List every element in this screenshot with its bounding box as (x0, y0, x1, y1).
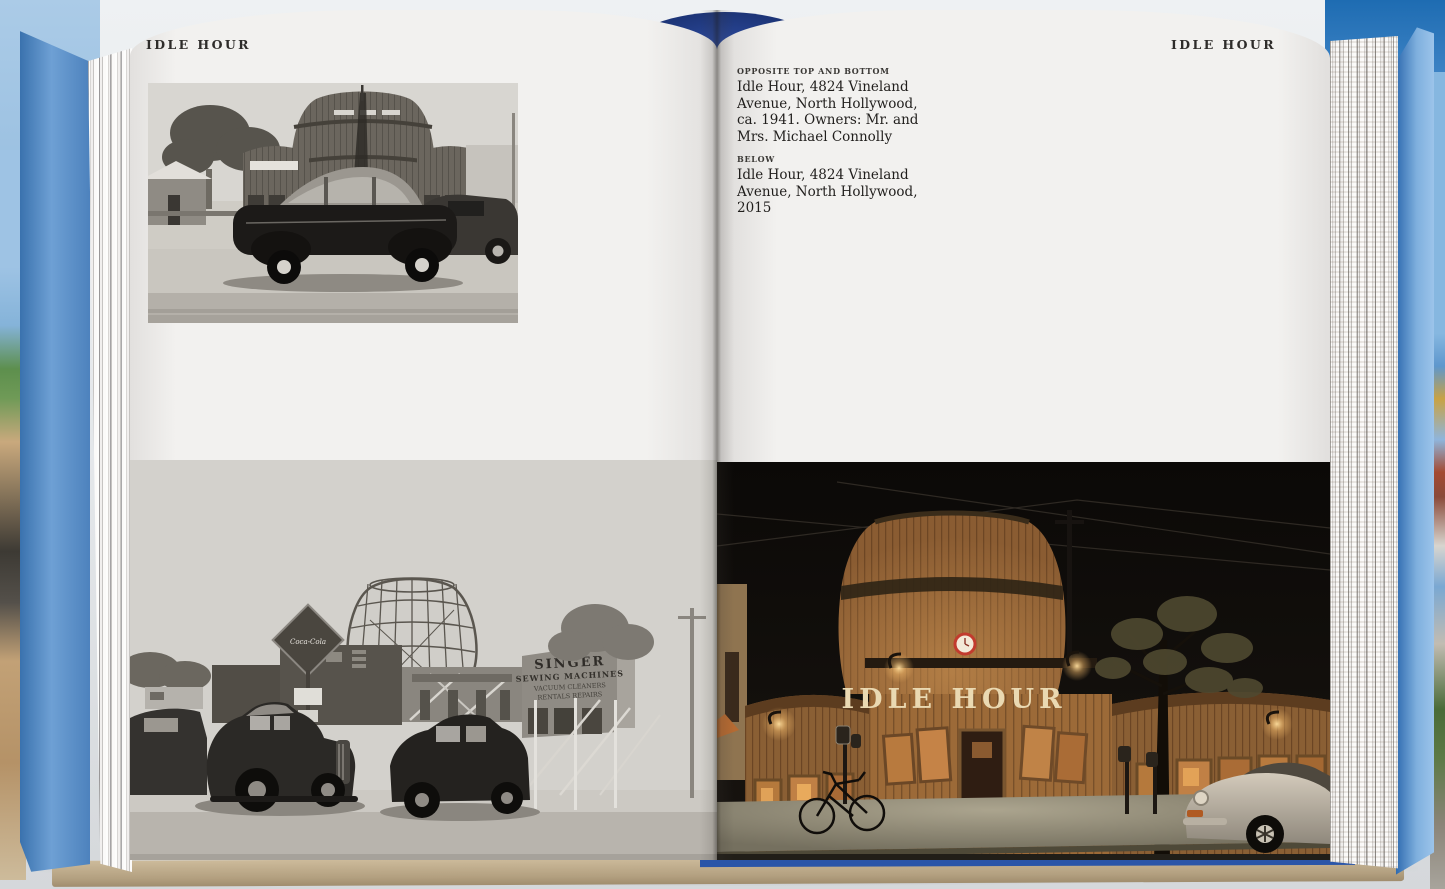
coca-cola-text: Coca-Cola (290, 638, 326, 646)
photo-idle-hour-1941: IDLE HOUR CAFE (148, 83, 518, 323)
photo-idle-hour-construction: Coca-Cola SINGER SEWING MACHINES (130, 460, 717, 860)
page-edges-right (1330, 36, 1398, 870)
caption-line: ca. 1941. Owners: Mr. and (737, 112, 927, 129)
utility-pole (1067, 510, 1072, 670)
left-partial-car (130, 709, 207, 795)
book-cover-right-edge (1396, 24, 1434, 878)
caption-block: OPPOSITE TOP AND BOTTOM Idle Hour, 4824 … (737, 66, 927, 226)
photo-idle-hour-2015: IDLE HOUR (717, 462, 1330, 860)
right-running-head: IDLE HOUR (1171, 37, 1276, 52)
construction-base (402, 667, 525, 722)
caption-label: OPPOSITE TOP AND BOTTOM (737, 66, 927, 76)
background-building (466, 145, 518, 203)
right-page: IDLE HOUR OPPOSITE TOP AND BOTTOM Idle H… (717, 10, 1330, 860)
caption-line: Mrs. Michael Connolly (737, 129, 927, 146)
caption-line: Idle Hour, 4824 Vineland (737, 167, 927, 184)
caption-opposite: OPPOSITE TOP AND BOTTOM Idle Hour, 4824 … (737, 66, 927, 145)
left-running-head: IDLE HOUR (146, 37, 251, 52)
caption-line: Avenue, North Hollywood, 2015 (737, 184, 927, 217)
page-edges-left (88, 48, 132, 872)
idle-hour-sign: IDLE HOUR (841, 684, 1066, 715)
caption-line: Avenue, North Hollywood, (737, 96, 927, 113)
book-cover-left-edge (20, 26, 90, 876)
caption-line: Idle Hour, 4824 Vineland (737, 79, 927, 96)
book-spread-photo: IDLE HOUR (0, 0, 1445, 889)
caption-label: BELOW (737, 154, 927, 164)
caption-below: BELOW Idle Hour, 4824 Vineland Avenue, N… (737, 154, 927, 217)
left-page: IDLE HOUR (130, 10, 717, 860)
